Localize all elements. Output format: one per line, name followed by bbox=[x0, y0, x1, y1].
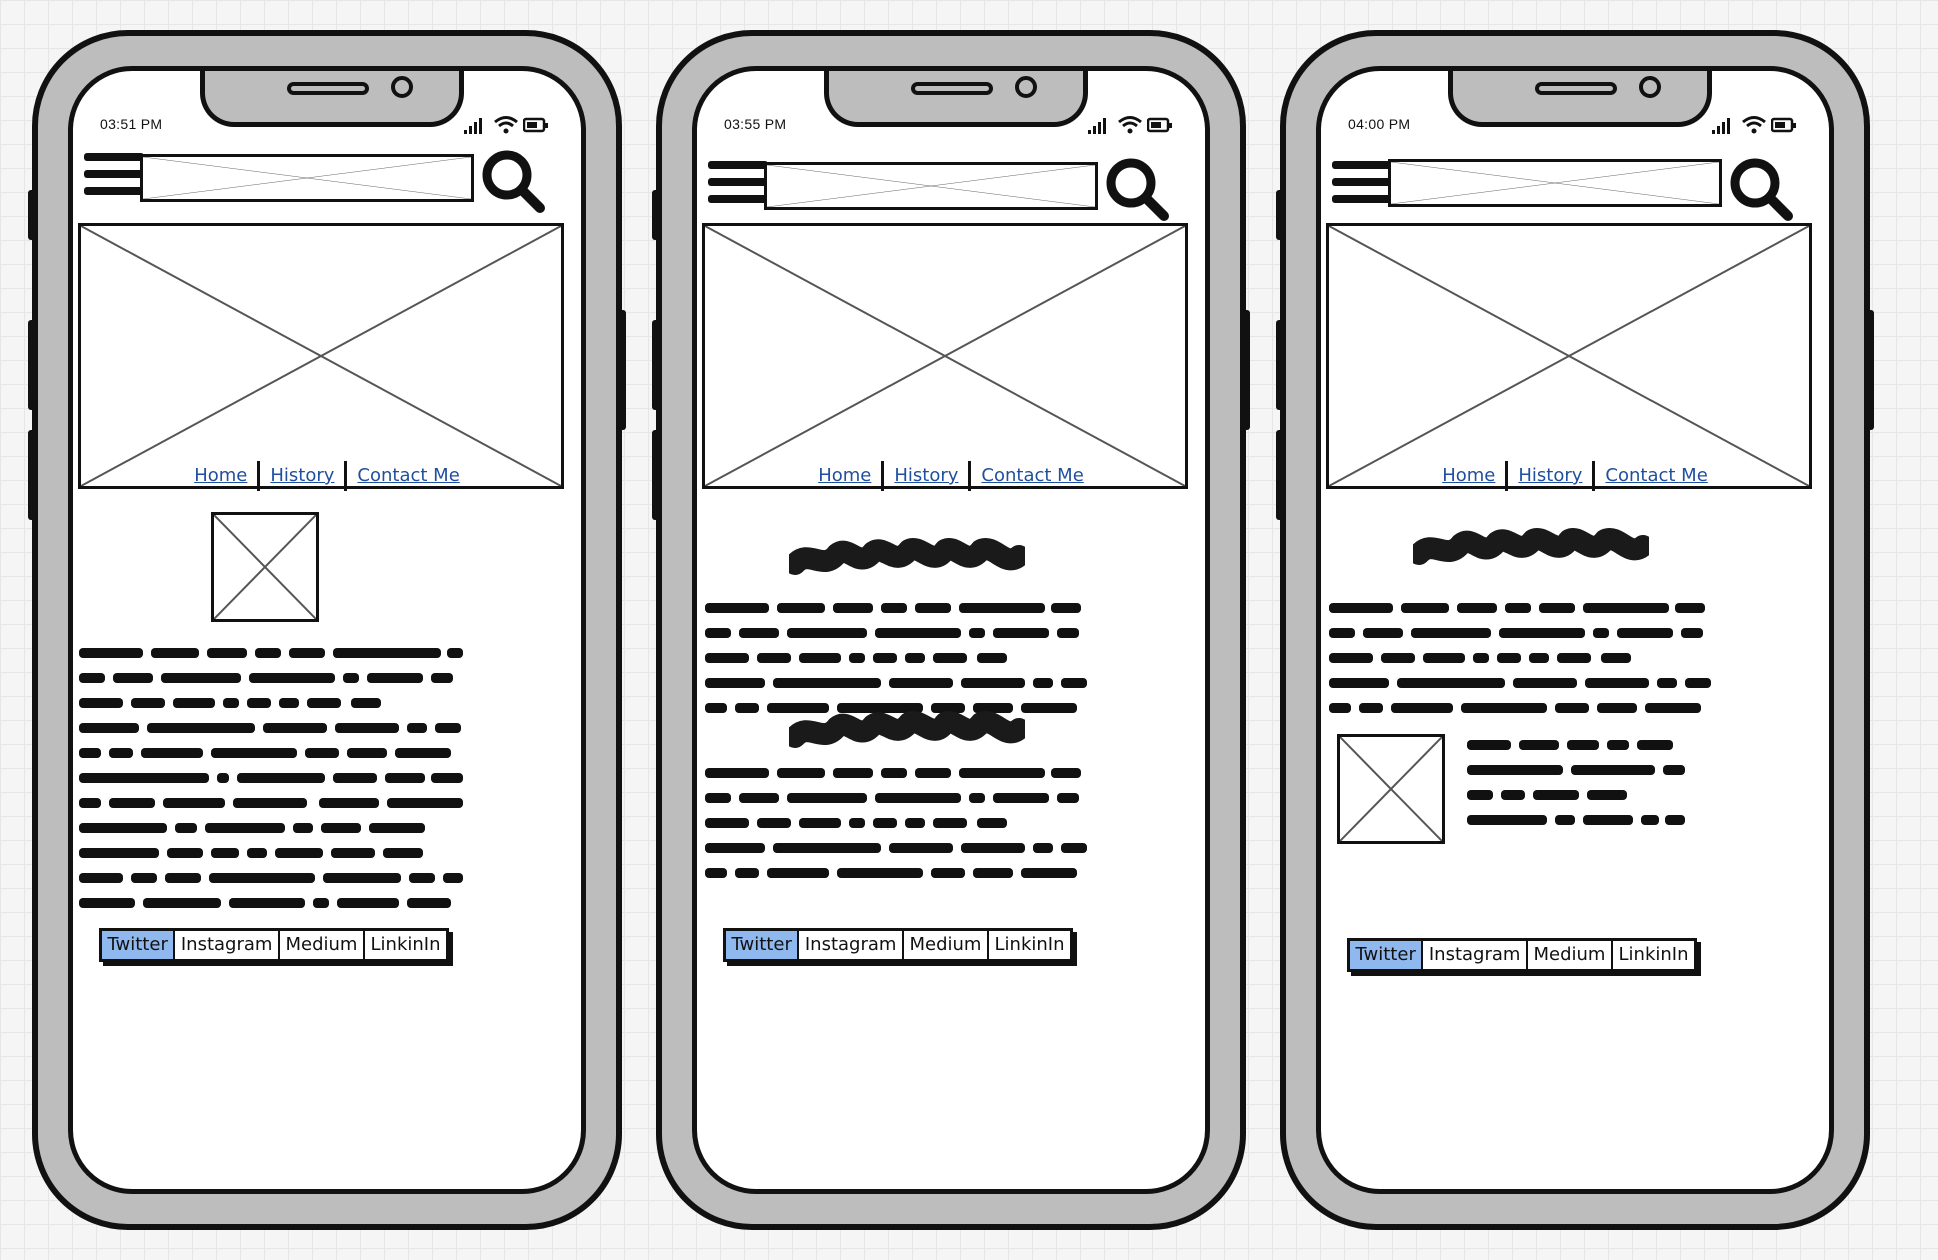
menu-icon[interactable] bbox=[708, 161, 768, 211]
signal-icon bbox=[1087, 115, 1111, 140]
social-tab-medium[interactable]: Medium bbox=[1528, 941, 1613, 969]
social-tab-twitter[interactable]: Twitter bbox=[726, 931, 800, 959]
hero-image-placeholder bbox=[702, 223, 1188, 489]
battery-icon bbox=[1770, 115, 1797, 140]
nav-links: Home History Contact Me bbox=[73, 459, 581, 493]
speaker bbox=[287, 82, 369, 95]
heading-scribble bbox=[784, 709, 1030, 751]
status-icons bbox=[1711, 115, 1799, 137]
side-button bbox=[652, 190, 662, 240]
social-links-bar: Twitter Instagram Medium LinkinIn bbox=[1347, 938, 1697, 972]
social-tab-twitter[interactable]: Twitter bbox=[102, 931, 176, 959]
search-icon[interactable] bbox=[1728, 156, 1794, 222]
status-time: 04:00 PM bbox=[1348, 116, 1411, 132]
hero-image-placeholder bbox=[78, 223, 564, 489]
image-placeholder-icon bbox=[1337, 734, 1445, 844]
notch bbox=[824, 71, 1088, 127]
side-button bbox=[652, 430, 662, 520]
side-button bbox=[652, 320, 662, 410]
nav-link-contact[interactable]: Contact Me bbox=[347, 459, 469, 493]
hero-image-placeholder bbox=[1326, 223, 1812, 489]
side-button bbox=[28, 190, 38, 240]
phone-mockup-2: 03:55 PM Home History Contact Me Twitter… bbox=[652, 30, 1250, 1230]
notch bbox=[1448, 71, 1712, 127]
side-button bbox=[1276, 430, 1286, 520]
battery-icon bbox=[522, 115, 549, 140]
status-time: 03:55 PM bbox=[724, 116, 787, 132]
nav-links: Home History Contact Me bbox=[1321, 459, 1829, 493]
body-text-scribble bbox=[705, 596, 1089, 721]
side-button bbox=[28, 430, 38, 520]
camera bbox=[1639, 76, 1661, 98]
status-icons bbox=[463, 115, 551, 137]
body-text-scribble bbox=[1467, 733, 1689, 833]
speaker bbox=[1535, 82, 1617, 95]
body-text-scribble bbox=[79, 641, 463, 916]
side-button bbox=[1276, 320, 1286, 410]
image-placeholder-icon bbox=[211, 512, 319, 622]
nav-link-home[interactable]: Home bbox=[184, 459, 257, 493]
menu-icon[interactable] bbox=[1332, 161, 1392, 211]
nav-link-history[interactable]: History bbox=[884, 459, 968, 493]
side-button bbox=[1240, 310, 1250, 430]
social-links-bar: Twitter Instagram Medium LinkinIn bbox=[99, 928, 449, 962]
nav-link-home[interactable]: Home bbox=[808, 459, 881, 493]
social-tab-instagram[interactable]: Instagram bbox=[175, 931, 280, 959]
social-tab-medium[interactable]: Medium bbox=[280, 931, 365, 959]
social-tab-linkedin[interactable]: LinkinIn bbox=[365, 931, 446, 959]
nav-link-history[interactable]: History bbox=[1508, 459, 1592, 493]
nav-links: Home History Contact Me bbox=[697, 459, 1205, 493]
status-icons bbox=[1087, 115, 1175, 137]
heading-scribble bbox=[1408, 526, 1654, 568]
social-tab-linkedin[interactable]: LinkinIn bbox=[989, 931, 1070, 959]
body-text-scribble bbox=[705, 761, 1089, 886]
camera bbox=[1015, 76, 1037, 98]
side-button bbox=[28, 320, 38, 410]
search-input[interactable] bbox=[1388, 159, 1722, 207]
social-tab-linkedin[interactable]: LinkinIn bbox=[1613, 941, 1694, 969]
wifi-icon bbox=[1741, 115, 1767, 140]
search-icon[interactable] bbox=[480, 148, 546, 214]
social-tab-instagram[interactable]: Instagram bbox=[1423, 941, 1528, 969]
search-input[interactable] bbox=[140, 154, 474, 202]
social-tab-twitter[interactable]: Twitter bbox=[1350, 941, 1424, 969]
social-tab-medium[interactable]: Medium bbox=[904, 931, 989, 959]
battery-icon bbox=[1146, 115, 1173, 140]
body-text-scribble bbox=[1329, 596, 1713, 721]
wifi-icon bbox=[1117, 115, 1143, 140]
heading-scribble bbox=[784, 536, 1030, 578]
social-tab-instagram[interactable]: Instagram bbox=[799, 931, 904, 959]
nav-link-contact[interactable]: Contact Me bbox=[971, 459, 1093, 493]
phone-mockup-3: 04:00 PM Home History Contact Me Twitter… bbox=[1276, 30, 1874, 1230]
side-button bbox=[1864, 310, 1874, 430]
phone-screen: 03:51 PM Home History Contact Me Twitter… bbox=[68, 66, 586, 1194]
wifi-icon bbox=[493, 115, 519, 140]
search-input[interactable] bbox=[764, 162, 1098, 210]
signal-icon bbox=[463, 115, 487, 140]
status-time: 03:51 PM bbox=[100, 116, 163, 132]
camera bbox=[391, 76, 413, 98]
menu-icon[interactable] bbox=[84, 153, 144, 203]
speaker bbox=[911, 82, 993, 95]
phone-mockup-1: 03:51 PM Home History Contact Me Twitter… bbox=[28, 30, 626, 1230]
nav-link-history[interactable]: History bbox=[260, 459, 344, 493]
signal-icon bbox=[1711, 115, 1735, 140]
phone-screen: 03:55 PM Home History Contact Me Twitter… bbox=[692, 66, 1210, 1194]
nav-link-home[interactable]: Home bbox=[1432, 459, 1505, 493]
social-links-bar: Twitter Instagram Medium LinkinIn bbox=[723, 928, 1073, 962]
notch bbox=[200, 71, 464, 127]
side-button bbox=[1276, 190, 1286, 240]
nav-link-contact[interactable]: Contact Me bbox=[1595, 459, 1717, 493]
side-button bbox=[616, 310, 626, 430]
search-icon[interactable] bbox=[1104, 156, 1170, 222]
phone-screen: 04:00 PM Home History Contact Me Twitter… bbox=[1316, 66, 1834, 1194]
